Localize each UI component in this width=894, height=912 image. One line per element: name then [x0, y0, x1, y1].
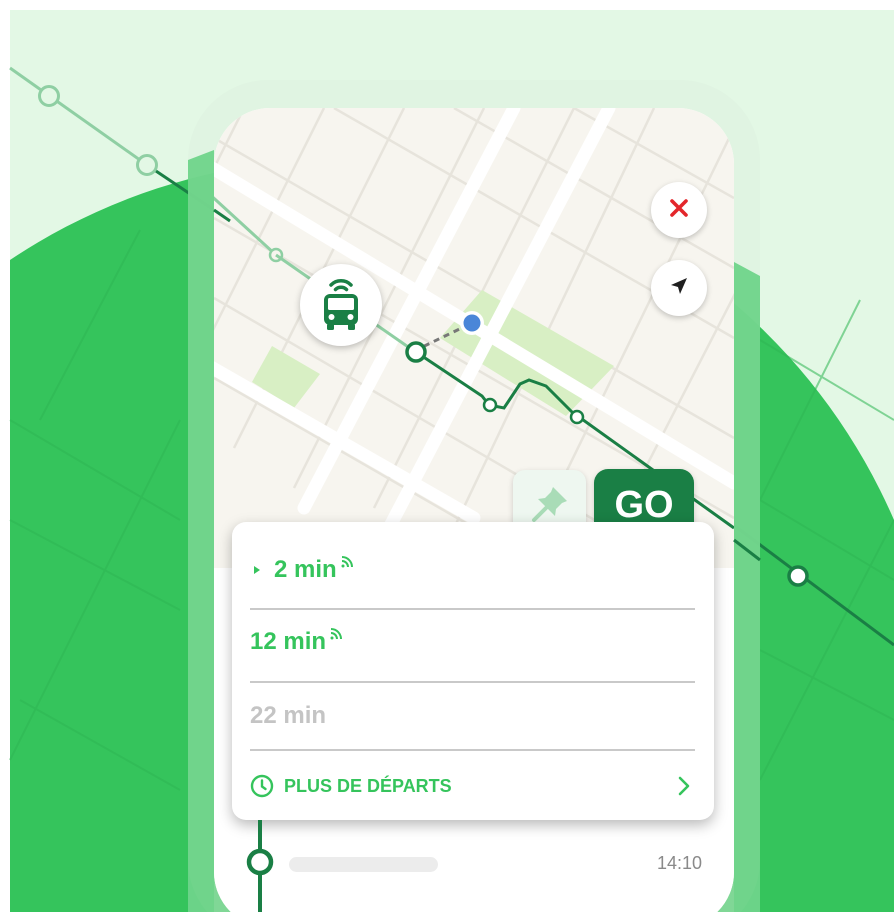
realtime-icon	[329, 620, 343, 648]
timeline-time: 14:10	[657, 853, 703, 873]
departure-row[interactable]: 12 min	[250, 628, 695, 656]
clock-icon	[250, 774, 274, 798]
departure-row[interactable]: 22 min	[250, 702, 695, 730]
departures-card: 2 min 12 min 22 min PLUS DE DÉPARTS	[232, 522, 714, 820]
timeline-stop-name-placeholder	[289, 857, 438, 872]
route-stop[interactable]	[482, 397, 498, 413]
departure-time: 12 min	[250, 628, 327, 655]
divider	[250, 749, 695, 751]
user-location-dot	[463, 314, 481, 332]
departure-time: 2 min	[274, 556, 337, 583]
chevron-right-icon	[677, 774, 691, 803]
route-stop-left	[136, 154, 158, 176]
selected-caret-icon	[254, 566, 260, 574]
realtime-icon	[340, 548, 354, 576]
more-departures-link[interactable]: PLUS DE DÉPARTS	[250, 770, 695, 802]
route-stop[interactable]	[569, 409, 585, 425]
bus-stop-marker[interactable]	[300, 264, 382, 346]
illustration: GO 2 min 12 min 22 min PLUS DE DÉPARTS 1…	[0, 0, 894, 912]
navigation-arrow-icon	[668, 275, 690, 302]
divider	[250, 681, 695, 683]
close-button[interactable]	[651, 182, 707, 238]
more-departures-label: PLUS DE DÉPARTS	[284, 775, 452, 796]
close-icon	[668, 197, 690, 224]
bus-stop-icon	[318, 275, 364, 336]
locate-button[interactable]	[651, 260, 707, 316]
divider	[250, 608, 695, 610]
route-stop-faded	[38, 85, 60, 107]
departure-row[interactable]: 2 min	[250, 556, 695, 584]
departure-time: 22 min	[250, 702, 327, 729]
route-stop-current[interactable]	[405, 341, 427, 363]
route-stop-right	[787, 565, 809, 587]
